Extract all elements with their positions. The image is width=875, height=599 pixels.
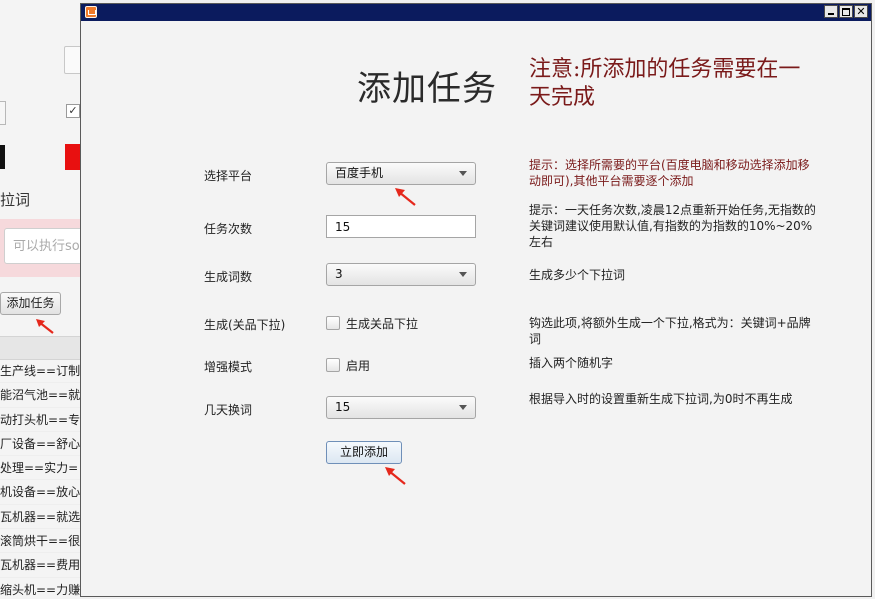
background-window: ✓ 拉词 可以执行so 添加任务 生产线==订制 能沼气池==就 动打头机==专…	[0, 0, 80, 599]
task-count-label: 任务次数	[204, 222, 253, 236]
related-label: 生成(关品下拉)	[204, 318, 286, 332]
table-row[interactable]: 厂设备==舒心	[0, 432, 80, 457]
page-title: 添加任务	[357, 69, 497, 109]
related-checkbox[interactable]	[326, 316, 340, 330]
platform-select-value: 百度手机	[335, 166, 384, 180]
enhanced-checkbox-row[interactable]: 启用	[326, 357, 370, 373]
background-add-task-button[interactable]: 添加任务	[0, 292, 61, 315]
platform-hint: 提示：选择所需要的平台(百度电脑和移动选择添加移动即可),其他平台需要逐个添加	[529, 158, 810, 188]
background-table: 生产线==订制 能沼气池==就 动打头机==专 厂设备==舒心 处理==实力= …	[0, 359, 80, 599]
table-row[interactable]: 瓦机器==就选	[0, 505, 80, 530]
word-count-select-value: 3	[335, 267, 343, 281]
background-checkbox[interactable]: ✓	[66, 104, 80, 118]
submit-button[interactable]: 立即添加	[326, 441, 402, 464]
platform-label: 选择平台	[204, 169, 253, 183]
task-count-input[interactable]	[326, 215, 476, 238]
maximize-button[interactable]	[839, 5, 853, 18]
chevron-down-icon	[459, 272, 467, 277]
chevron-down-icon	[459, 405, 467, 410]
related-checkbox-label: 生成关品下拉	[346, 316, 419, 331]
annotation-arrow-icon	[385, 467, 406, 485]
table-row[interactable]: 滚筒烘干==很	[0, 529, 80, 554]
related-checkbox-row[interactable]: 生成关品下拉	[326, 315, 418, 331]
task-count-hint: 提示：一天任务次数,凌晨12点重新开始任务,无指数的关键词建议使用默认值,有指数…	[529, 203, 816, 249]
table-row[interactable]: 能沼气池==就	[0, 383, 80, 408]
background-command-input[interactable]: 可以执行so	[4, 228, 80, 264]
annotation-arrow-icon	[395, 188, 416, 206]
title-bar[interactable]: ✕	[81, 4, 871, 21]
window-controls: ✕	[824, 5, 868, 18]
enhanced-checkbox-label: 启用	[346, 358, 371, 373]
word-count-select[interactable]: 3	[326, 263, 476, 286]
platform-select[interactable]: 百度手机	[326, 162, 476, 185]
table-row[interactable]: 生产线==订制	[0, 359, 80, 384]
background-red-block	[65, 144, 80, 170]
change-days-label: 几天换词	[204, 403, 253, 417]
add-task-dialog: ✕ 添加任务 注意:所添加的任务需要在一天完成 选择平台 百度手机 提示：选择所…	[80, 3, 872, 597]
change-days-hint: 根据导入时的设置重新生成下拉词,为0时不再生成	[529, 392, 793, 406]
background-narrow-field[interactable]	[0, 101, 6, 125]
word-count-label: 生成词数	[204, 270, 253, 284]
table-row[interactable]: 机设备==放心	[0, 480, 80, 505]
related-hint: 钩选此项,将额外生成一个下拉,格式为：关键词+品牌词	[529, 316, 811, 346]
enhanced-hint: 插入两个随机字	[529, 356, 614, 370]
table-row[interactable]: 瓦机器==费用	[0, 553, 80, 578]
chevron-down-icon	[459, 171, 467, 176]
dialog-content: 添加任务 注意:所添加的任务需要在一天完成 选择平台 百度手机 提示：选择所需要…	[81, 21, 871, 596]
annotation-arrow-icon	[36, 319, 54, 334]
background-table-header	[0, 336, 80, 360]
enhanced-label: 增强模式	[204, 360, 253, 374]
notice-text: 注意:所添加的任务需要在一天完成	[529, 57, 801, 110]
table-row[interactable]: 动打头机==专	[0, 408, 80, 432]
close-button[interactable]: ✕	[854, 5, 868, 18]
table-row[interactable]: 缩头机==力赚	[0, 578, 80, 599]
background-partial-label: 拉词	[0, 191, 31, 209]
app-icon	[85, 6, 97, 18]
background-black-block	[0, 145, 5, 169]
minimize-button[interactable]	[824, 5, 838, 18]
enhanced-checkbox[interactable]	[326, 358, 340, 372]
table-row[interactable]: 处理==实力=	[0, 456, 80, 481]
change-days-select-value: 15	[335, 400, 351, 414]
word-count-hint: 生成多少个下拉词	[529, 268, 626, 282]
background-field[interactable]	[64, 46, 80, 74]
change-days-select[interactable]: 15	[326, 396, 476, 419]
